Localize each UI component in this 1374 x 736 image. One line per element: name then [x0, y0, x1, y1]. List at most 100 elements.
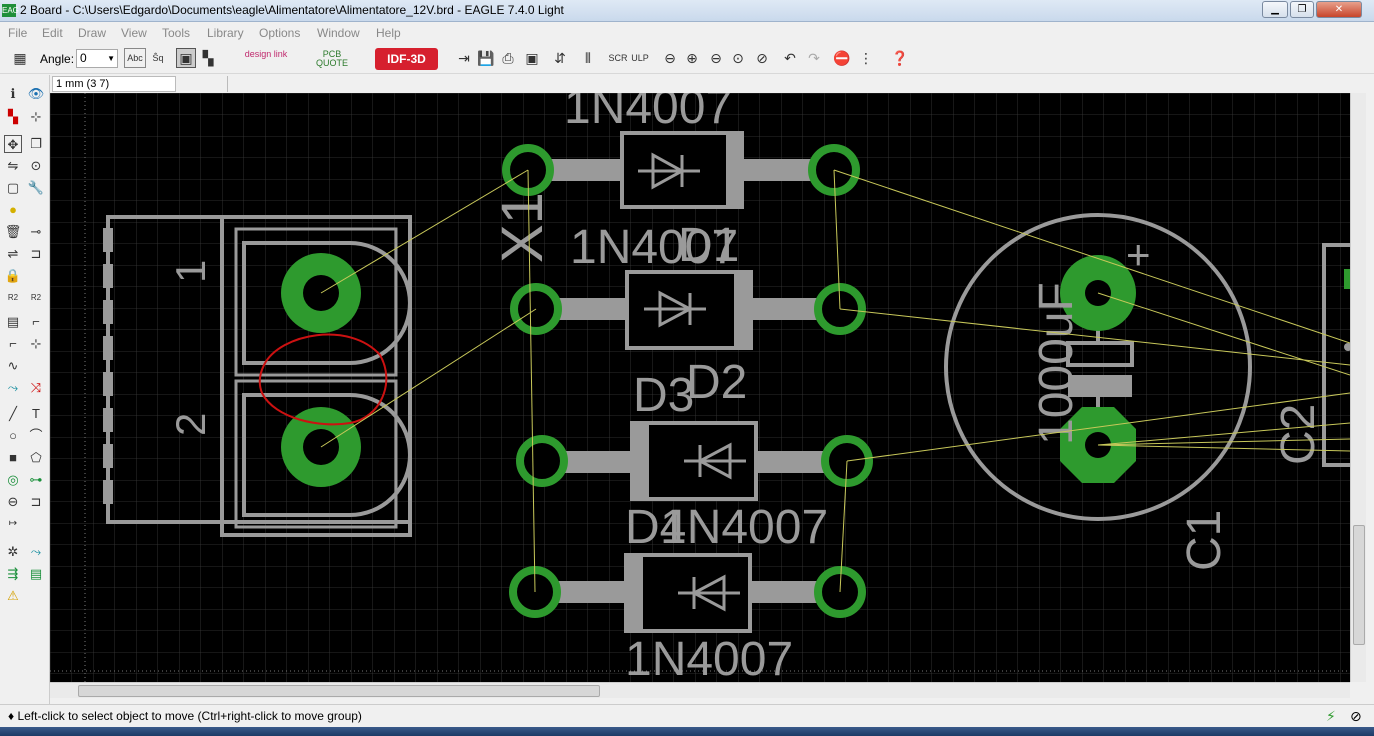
- save-icon[interactable]: 💾: [476, 48, 496, 68]
- layout-alt-icon[interactable]: ▚: [198, 48, 218, 68]
- signal-icon[interactable]: ⊶: [27, 471, 45, 489]
- zoom-in-icon[interactable]: ⊕: [682, 48, 702, 68]
- pinswap-icon[interactable]: ⇌: [4, 245, 22, 263]
- menu-bar: File Edit Draw View Tools Library Option…: [0, 23, 1374, 43]
- menu-file[interactable]: File: [8, 26, 27, 40]
- zoom-redraw-icon[interactable]: ⊙: [728, 48, 748, 68]
- menu-options[interactable]: Options: [259, 26, 300, 40]
- design-link-logo[interactable]: design link: [244, 50, 288, 59]
- move-icon[interactable]: ✥: [4, 135, 22, 153]
- text-icon[interactable]: T: [27, 405, 45, 423]
- value-icon[interactable]: R2: [27, 289, 45, 307]
- via-icon[interactable]: ◎: [4, 471, 22, 489]
- export-icon[interactable]: ⇥: [454, 48, 474, 68]
- menu-edit[interactable]: Edit: [42, 26, 63, 40]
- go-icon[interactable]: ⋮: [856, 48, 876, 68]
- command-line[interactable]: [178, 76, 228, 92]
- layout-icon[interactable]: ▣: [176, 48, 196, 68]
- erc-icon[interactable]: ▤: [27, 565, 45, 583]
- board-drawing: 1 2 X1 1N4007 D1 1N4007 D2 D3 D4 1N4007 …: [50, 93, 1350, 682]
- polygon-icon[interactable]: ⬠: [27, 449, 45, 467]
- smash-icon[interactable]: ▤: [4, 313, 22, 331]
- lock-icon[interactable]: 🔒: [4, 267, 22, 285]
- eagle-app-icon: EAG: [2, 4, 19, 17]
- errors-icon[interactable]: ⚠: [4, 587, 22, 605]
- menu-draw[interactable]: Draw: [78, 26, 106, 40]
- autorouter-icon[interactable]: ⤳: [27, 543, 45, 561]
- pcb-quote-logo[interactable]: PCB QUOTE: [312, 50, 352, 68]
- cam-icon[interactable]: ▣: [522, 48, 542, 68]
- zoom-fit-icon[interactable]: ⊖: [660, 48, 680, 68]
- zoom-select-icon[interactable]: ⊘: [752, 48, 772, 68]
- info-icon[interactable]: ℹ: [4, 85, 22, 103]
- d3-value-label: 1N4007: [660, 501, 828, 554]
- add-icon[interactable]: ⊸: [27, 223, 45, 241]
- vertical-scrollbar[interactable]: [1350, 93, 1366, 682]
- undo-icon[interactable]: ↶: [780, 48, 800, 68]
- mirror-icon[interactable]: ⇋: [4, 157, 22, 175]
- menu-view[interactable]: View: [121, 26, 147, 40]
- text-shape-icon[interactable]: Ŝq: [148, 48, 168, 68]
- taskbar: [0, 727, 1374, 736]
- text-style-button[interactable]: Abc: [124, 48, 146, 68]
- horizontal-scrollbar[interactable]: [50, 682, 1350, 698]
- toolbar: ▦ Angle: 0 ▼ Abc Ŝq ▣ ▚ design link PCB Q…: [0, 44, 1374, 74]
- menu-help[interactable]: Help: [376, 26, 401, 40]
- name-icon[interactable]: R2: [4, 289, 22, 307]
- optimize-icon[interactable]: ⊹: [27, 335, 45, 353]
- horizontal-scroll-thumb[interactable]: [78, 685, 600, 697]
- idf-3d-button[interactable]: IDF-3D: [375, 48, 438, 70]
- display-icon[interactable]: ▚: [4, 108, 22, 126]
- arc-icon[interactable]: ⌒: [27, 427, 45, 445]
- minimize-button[interactable]: ▁: [1262, 1, 1288, 18]
- script-icon[interactable]: ⇵: [550, 48, 570, 68]
- show-icon[interactable]: 👁: [27, 85, 45, 103]
- mark-icon[interactable]: ⊹: [27, 108, 45, 126]
- d1-value-label: 1N4007: [564, 93, 732, 134]
- stop-command-icon[interactable]: ⊘: [1350, 708, 1362, 725]
- split-icon[interactable]: ⌐: [4, 335, 22, 353]
- delete-icon[interactable]: 🗑: [4, 223, 22, 241]
- vertical-scroll-thumb[interactable]: [1353, 525, 1365, 645]
- zoom-out-icon[interactable]: ⊖: [706, 48, 726, 68]
- ulp-run-icon[interactable]: ULP: [630, 48, 650, 68]
- menu-tools[interactable]: Tools: [162, 26, 190, 40]
- coordinate-display: 1 mm (3 7): [52, 76, 176, 92]
- meander-icon[interactable]: ∿: [4, 357, 22, 375]
- rotate-icon[interactable]: ⊙: [27, 157, 45, 175]
- scr-icon[interactable]: SCR: [608, 48, 628, 68]
- print-icon[interactable]: ⎙: [498, 48, 518, 68]
- copy-icon[interactable]: ❐: [27, 135, 45, 153]
- ratsnest-icon[interactable]: ✲: [4, 543, 22, 561]
- ripup-icon[interactable]: ⤨: [27, 379, 45, 397]
- grid-icon[interactable]: ▦: [10, 48, 30, 68]
- wire-icon[interactable]: ╱: [4, 405, 22, 423]
- lightning-icon[interactable]: ⚡: [1326, 708, 1336, 725]
- redo-icon[interactable]: ↷: [804, 48, 824, 68]
- c2-name-label: C2: [1272, 404, 1325, 465]
- drc-icon[interactable]: ⇶: [4, 565, 22, 583]
- menu-window[interactable]: Window: [317, 26, 360, 40]
- replace-icon[interactable]: ⊐: [27, 245, 45, 263]
- miter-icon[interactable]: ⌐: [27, 313, 45, 331]
- hole-icon[interactable]: ⊖: [4, 493, 22, 511]
- attribute-icon[interactable]: ⊐: [27, 493, 45, 511]
- d4-value-label: 1N4007: [625, 633, 793, 682]
- ulp-icon[interactable]: ⦀: [578, 48, 598, 68]
- help-icon[interactable]: ❓: [890, 48, 910, 68]
- paste-icon[interactable]: ●: [4, 201, 22, 219]
- circle-icon[interactable]: ○: [4, 427, 22, 445]
- rect-icon[interactable]: ■: [4, 449, 22, 467]
- close-button[interactable]: ✕: [1316, 1, 1362, 18]
- menu-library[interactable]: Library: [207, 26, 244, 40]
- dimension-icon[interactable]: ↦: [4, 515, 22, 533]
- route-icon[interactable]: ⤳: [4, 379, 22, 397]
- change-icon[interactable]: 🔧: [27, 179, 45, 197]
- coordinate-row: 1 mm (3 7): [50, 75, 1366, 93]
- board-canvas[interactable]: 1 2 X1 1N4007 D1 1N4007 D2 D3 D4 1N4007 …: [50, 93, 1350, 682]
- maximize-button[interactable]: ❐: [1290, 1, 1314, 18]
- stop-icon[interactable]: ⛔: [832, 48, 852, 68]
- status-message: ♦ Left-click to select object to move (C…: [8, 709, 362, 723]
- angle-select[interactable]: 0 ▼: [76, 49, 118, 68]
- group-icon[interactable]: ▢: [4, 179, 22, 197]
